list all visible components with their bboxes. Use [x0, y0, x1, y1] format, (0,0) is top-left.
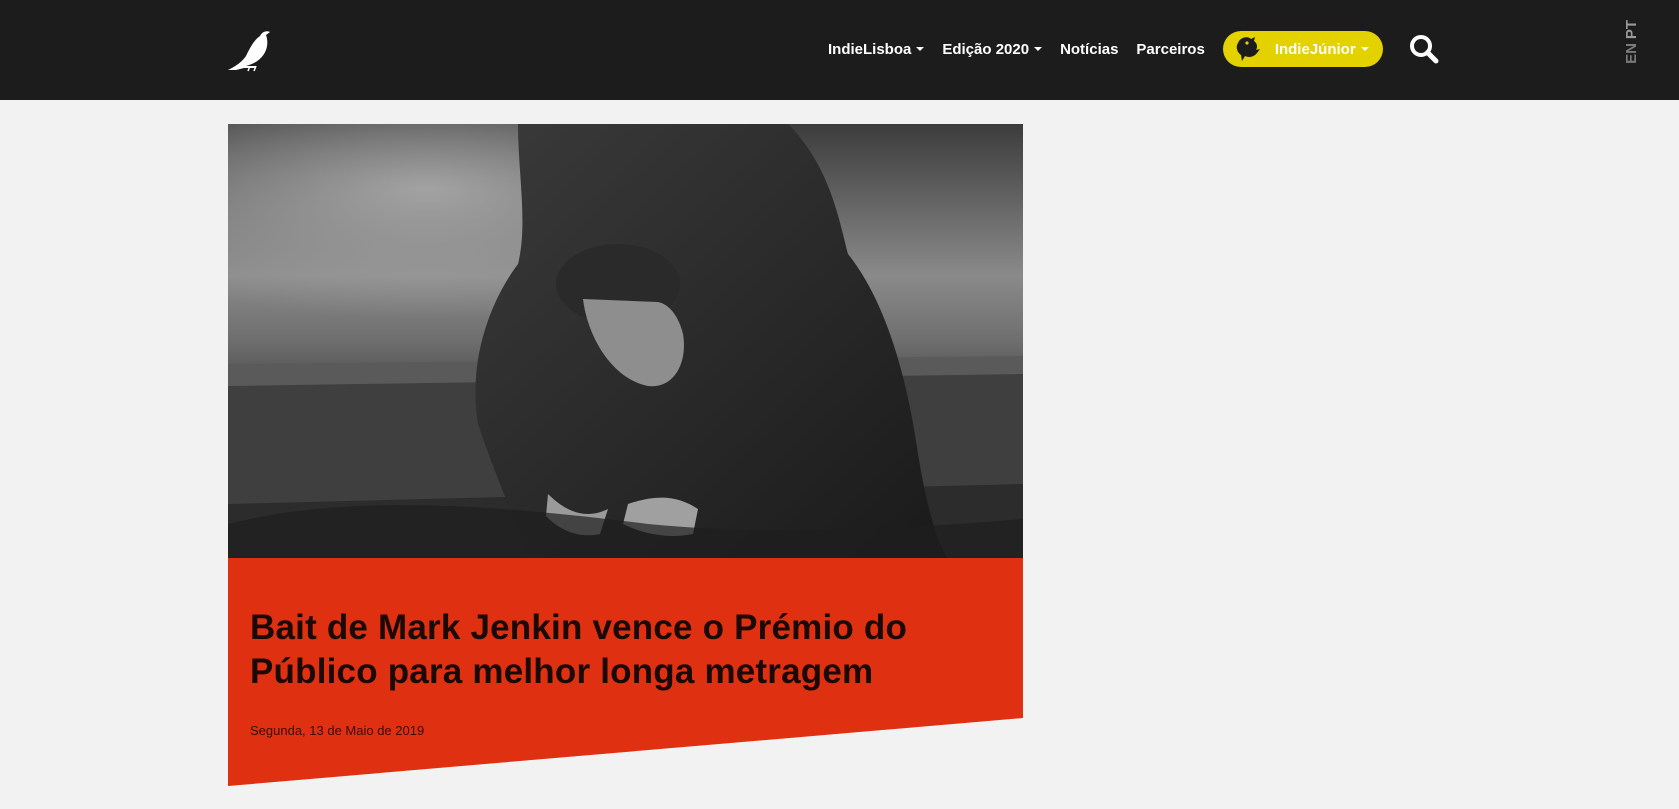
language-switcher: PT EN [1622, 20, 1642, 64]
article-image[interactable] [228, 124, 1023, 559]
lang-en[interactable]: EN [1622, 43, 1642, 64]
chevron-down-icon [1034, 47, 1043, 51]
bird-logo-icon[interactable] [226, 26, 274, 72]
article-title[interactable]: Bait de Mark Jenkin vence o Prémio do Pú… [250, 606, 1010, 694]
nav-edicao-2020[interactable]: Edição 2020 [942, 40, 1043, 58]
main-nav: IndieLisboa Edição 2020 Notícias Parceir… [828, 30, 1383, 68]
lang-pt[interactable]: PT [1622, 20, 1642, 39]
indiejunior-label: IndieJúnior [1274, 40, 1356, 58]
nav-noticias-label: Notícias [1060, 40, 1119, 58]
top-navigation-bar: IndieLisboa Edição 2020 Notícias Parceir… [0, 0, 1679, 100]
nav-indielisboa-label: IndieLisboa [828, 40, 912, 58]
article-card[interactable]: Bait de Mark Jenkin vence o Prémio do Pú… [228, 124, 1023, 786]
nav-parceiros[interactable]: Parceiros [1136, 41, 1204, 58]
nav-edicao-label: Edição 2020 [942, 40, 1030, 58]
nav-noticias[interactable]: Notícias [1060, 41, 1118, 58]
nav-parceiros-label: Parceiros [1136, 40, 1205, 58]
bird-mascot-icon [1233, 33, 1265, 65]
chevron-down-icon [1360, 47, 1369, 51]
article-date: Segunda, 13 de Maio de 2019 [250, 723, 425, 738]
chevron-down-icon [916, 47, 925, 51]
search-icon[interactable] [1409, 34, 1439, 64]
nav-indielisboa[interactable]: IndieLisboa [828, 40, 925, 58]
indiejunior-button[interactable]: IndieJúnior [1222, 31, 1383, 67]
